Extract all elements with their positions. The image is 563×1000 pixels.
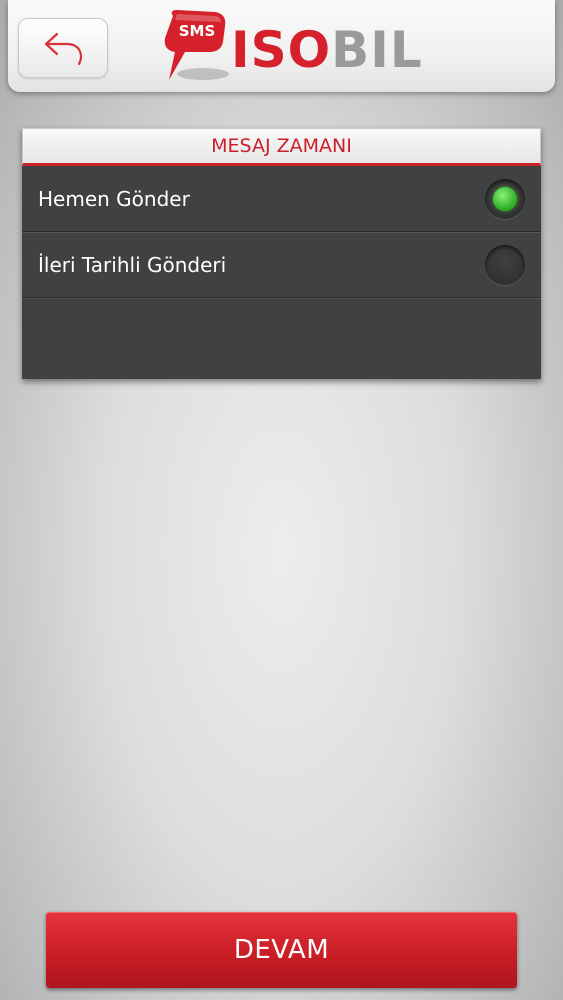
top-bar: SMS ISOBIL: [8, 0, 555, 92]
option-label: Hemen Gönder: [38, 186, 190, 211]
logo-word-gray: BIL: [331, 21, 423, 79]
message-time-panel: MESAJ ZAMANI Hemen Gönder İleri Tarihli …: [22, 128, 541, 379]
panel-title: MESAJ ZAMANI: [22, 128, 541, 166]
speech-bubble-icon: [164, 10, 229, 80]
back-arrow-icon: [44, 32, 83, 66]
option-send-now[interactable]: Hemen Gönder: [22, 166, 541, 232]
logo-wordmark: ISOBIL: [231, 20, 423, 80]
radio-scheduled-send[interactable]: [485, 244, 525, 285]
option-label: İleri Tarihli Gönderi: [38, 252, 227, 277]
radio-selected-indicator: [493, 186, 517, 211]
option-scheduled-send[interactable]: İleri Tarihli Gönderi: [22, 232, 541, 298]
back-button[interactable]: [18, 18, 108, 78]
logo-badge-text: SMS: [178, 22, 216, 40]
app-logo: SMS ISOBIL: [153, 6, 443, 86]
continue-button[interactable]: DEVAM: [46, 912, 517, 988]
radio-send-now[interactable]: [485, 178, 525, 219]
logo-word-red: ISO: [231, 21, 332, 79]
